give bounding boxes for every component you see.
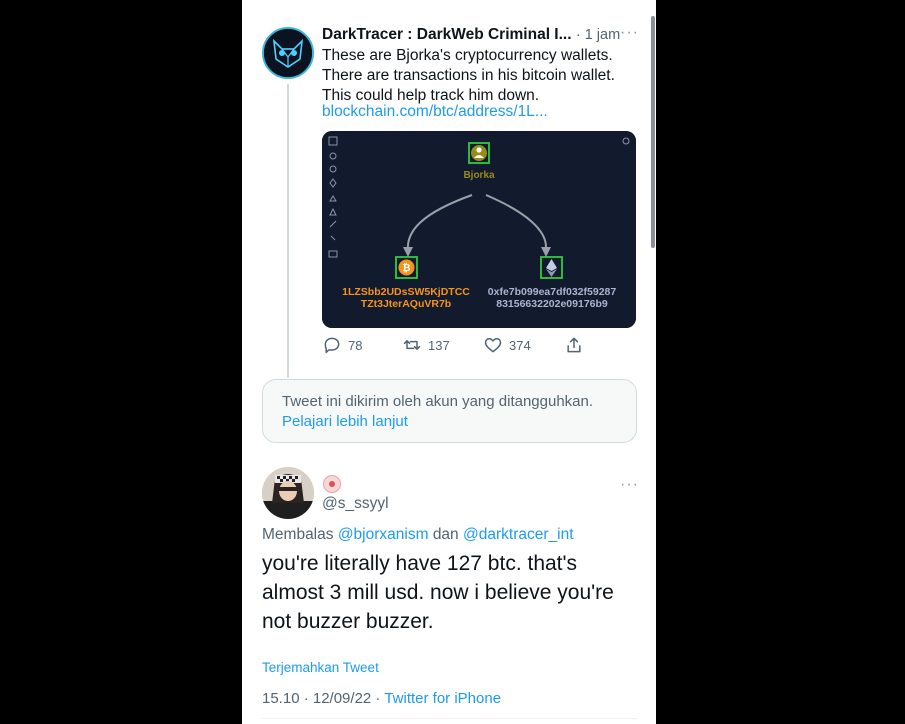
- eth-address-line: 83156632202e09176b9: [496, 298, 608, 310]
- replying-prefix: Membalas: [262, 526, 334, 543]
- notice-text: Tweet ini dikirim oleh akun yang ditangg…: [282, 393, 594, 410]
- tweet-media-image[interactable]: Bjorka ₿ 1LZSbb2UDsSW5KjDTCC TZt3JterAQu…: [322, 131, 636, 328]
- tweet-link[interactable]: blockchain.com/btc/address/1L...: [322, 103, 548, 121]
- svg-text:₿: ₿: [402, 262, 410, 274]
- user-handle[interactable]: @s_ssyyl: [322, 495, 389, 513]
- tweet-line: These are Bjorka's cryptocurrency wallet…: [322, 47, 613, 64]
- tweet-actions: 78 137 374: [322, 335, 622, 357]
- more-options-icon[interactable]: ···: [620, 476, 639, 494]
- source-link[interactable]: Twitter for iPhone: [384, 690, 501, 707]
- tweet-metadata: 15.10 · 12/09/22 · Twitter for iPhone: [262, 690, 501, 707]
- reply-button[interactable]: 78: [322, 335, 362, 355]
- owl-logo-icon: [264, 29, 312, 77]
- person-node-icon: [471, 145, 487, 161]
- replying-connector: dan: [432, 526, 459, 543]
- learn-more-link[interactable]: Pelajari lebih lanjut: [282, 412, 617, 432]
- replying-to: Membalas @bjorxanism dan @darktracer_int: [262, 526, 574, 544]
- avatar[interactable]: [262, 27, 314, 79]
- share-button[interactable]: [564, 335, 590, 355]
- heart-icon: [484, 338, 502, 353]
- tweet-header: DarkTracer : DarkWeb Criminal I... · 1 j…: [322, 26, 620, 44]
- tweet-time[interactable]: · 1 jam: [576, 27, 620, 43]
- display-name[interactable]: DarkTracer : DarkWeb Criminal I...: [322, 26, 572, 43]
- retweet-button[interactable]: 137: [402, 335, 450, 355]
- like-count: 374: [509, 337, 531, 353]
- timestamp[interactable]: 15.10 · 12/09/22 ·: [262, 690, 384, 707]
- avatar[interactable]: [262, 467, 314, 519]
- reply-icon: [324, 337, 340, 354]
- retweet-count: 137: [428, 337, 450, 353]
- btc-address-line: TZt3JterAQuVR7b: [361, 298, 451, 310]
- eth-address-line: 0xfe7b099ea7df032f59287: [488, 286, 617, 298]
- mention-link[interactable]: @bjorxanism: [338, 526, 429, 543]
- mention-link[interactable]: @darktracer_int: [463, 526, 574, 543]
- more-options-icon[interactable]: ···: [620, 24, 639, 42]
- suspended-account-notice: Tweet ini dikirim oleh akun yang ditangg…: [262, 379, 637, 443]
- like-button[interactable]: 374: [483, 335, 531, 355]
- translate-tweet-link[interactable]: Terjemahkan Tweet: [262, 660, 379, 675]
- tweet-line: There are transactions in his bitcoin wa…: [322, 67, 615, 84]
- node-label: Bjorka: [463, 170, 495, 181]
- thread-line: [287, 84, 289, 378]
- divider: [262, 718, 637, 719]
- share-icon: [567, 337, 581, 353]
- tweet-text: These are Bjorka's cryptocurrency wallet…: [322, 46, 632, 106]
- reply-text: you're literally have 127 btc. that's al…: [262, 552, 614, 633]
- wallet-graph-image: Bjorka ₿ 1LZSbb2UDsSW5KjDTCC TZt3JterAQu…: [322, 131, 636, 328]
- btc-address-line: 1LZSbb2UDsSW5KjDTCC: [342, 286, 470, 298]
- reply-count: 78: [348, 337, 363, 353]
- profile-photo: [262, 467, 314, 519]
- retweet-icon: [403, 340, 421, 350]
- emoji-display-name-icon: [323, 475, 341, 493]
- scrollbar[interactable]: [651, 16, 655, 248]
